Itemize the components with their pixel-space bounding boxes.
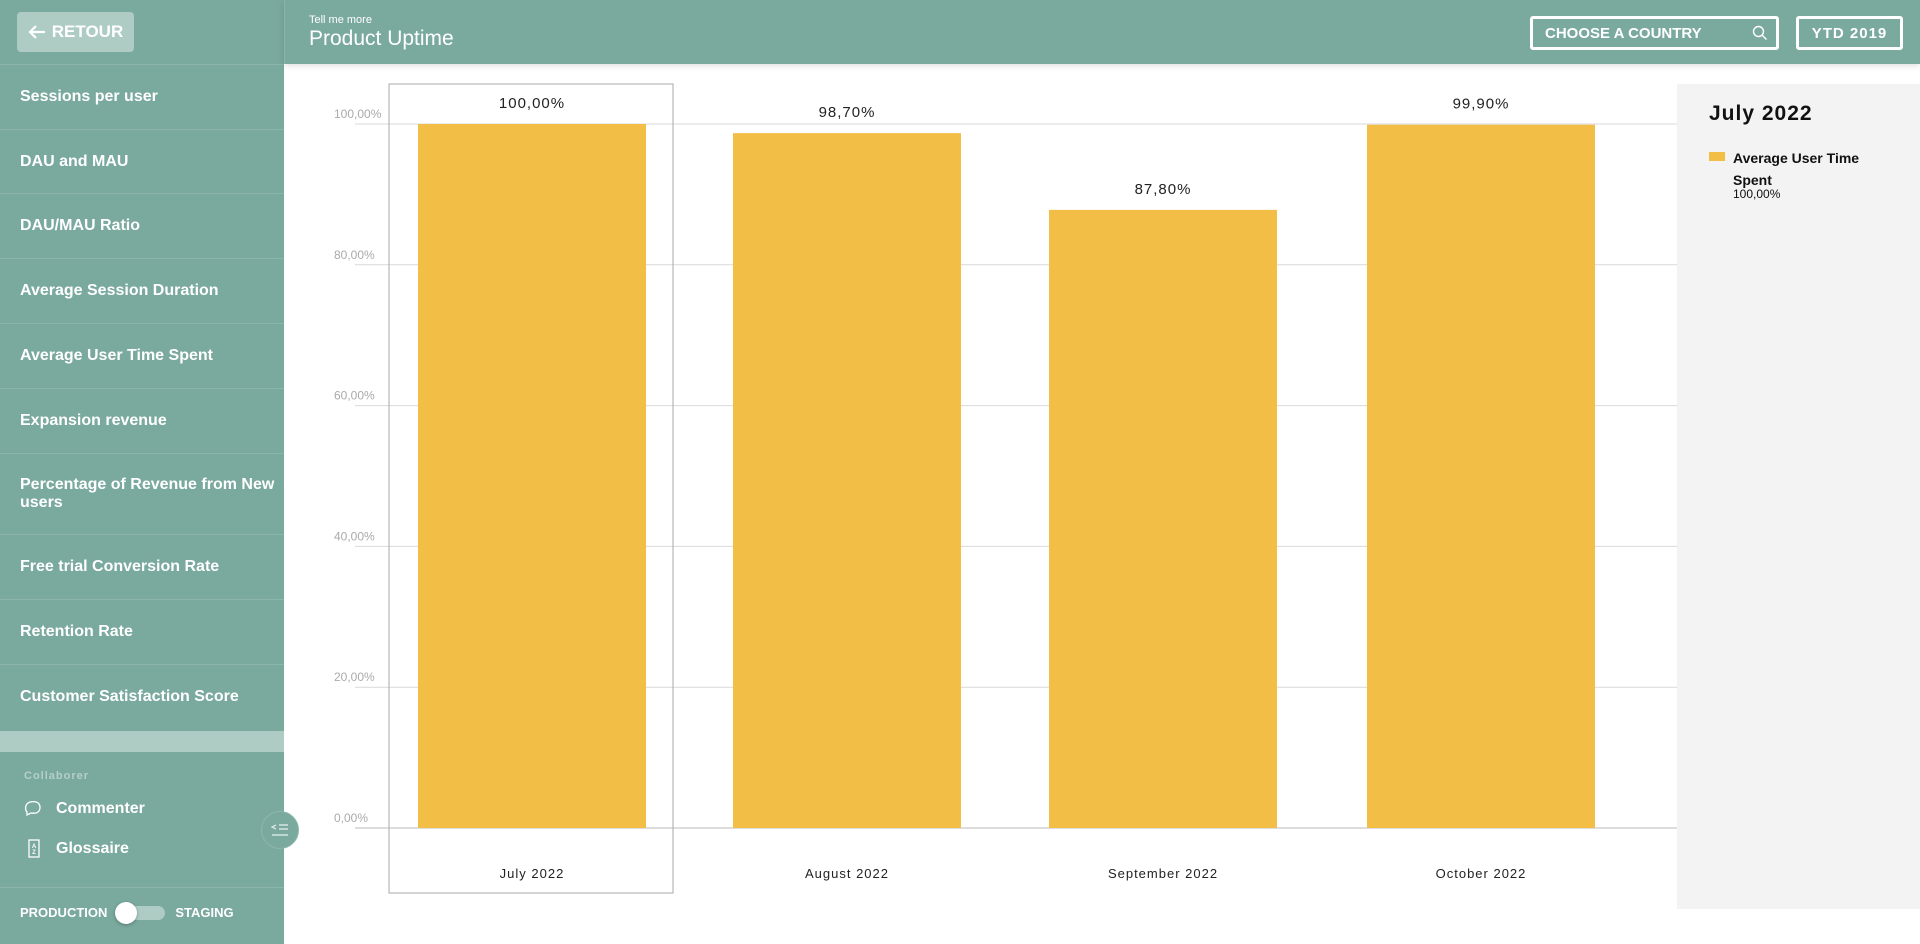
bar-value-label: 87,80% [1135,181,1192,198]
y-tick-label: 0,00% [334,811,368,825]
sidebar-item[interactable]: Average User Time Spent [0,324,284,388]
page-title: Product Uptime [309,27,454,50]
page-subtitle: Tell me more [309,14,372,26]
country-placeholder: CHOOSE A COUNTRY [1545,24,1702,42]
svg-text:Z: Z [32,850,36,856]
sidebar-highlight [0,731,284,752]
bar-chart: 0,00% 20,00% 40,00% 60,00% 80,00% 100,00% 100,… [334,83,1677,894]
bar-value-label: 100,00% [499,95,565,112]
period-selector[interactable]: YTD 2019 [1796,16,1903,50]
sidebar-item[interactable]: Sessions per user [0,65,284,129]
back-label: RETOUR [51,22,124,41]
sidebar-item[interactable]: Percentage of Revenue from New users [0,454,284,534]
divider [0,534,284,535]
legend-swatch [1709,152,1725,161]
back-button[interactable]: RETOUR [17,12,134,52]
glossary-label: Glossaire [56,840,129,857]
legend-series-name: Average User Time Spent [1733,150,1860,188]
comment-icon [24,800,41,817]
sidebar-item[interactable]: Average Session Duration [0,259,284,323]
collapse-sidebar-button[interactable] [261,811,299,849]
divider [0,129,284,130]
y-tick-label: 60,00% [334,389,375,403]
sidebar-item[interactable]: Customer Satisfaction Score [0,665,284,729]
bar[interactable] [1367,124,1595,829]
arrow-left-icon [28,25,45,39]
legend-title: July 2022 [1709,102,1813,125]
comment-button[interactable]: Commenter [24,800,145,818]
sidebar: RETOUR Sessions per user DAU and MAU DAU/M… [0,0,284,944]
sidebar-item[interactable]: Retention Rate [0,600,284,664]
bar-value-label: 98,70% [819,104,876,121]
legend-panel: July 2022 Average User Time Spent 100,00… [1677,84,1920,909]
legend-value: 100,00% [1733,187,1781,201]
glossary-icon: AZ [28,839,40,858]
glossary-button[interactable]: AZ Glossaire [24,839,129,859]
divider [0,64,284,65]
toggle-knob[interactable] [115,901,138,924]
y-tick-label: 80,00% [334,248,375,262]
search-icon [1752,25,1767,40]
bar[interactable] [418,124,646,828]
bar[interactable] [733,133,961,829]
sidebar-item[interactable]: DAU and MAU [0,130,284,193]
bar[interactable] [1049,209,1277,828]
sidebar-item[interactable]: DAU/MAU Ratio [0,194,284,258]
divider [0,664,284,665]
y-tick-label: 40,00% [334,529,375,543]
sidebar-item[interactable]: Free trial Conversion Rate [0,535,284,599]
divider [0,258,284,259]
divider [0,887,284,888]
x-tick-label: August 2022 [805,866,889,881]
comment-label: Commenter [56,800,145,817]
environment-toggle[interactable] [115,901,166,924]
divider [0,453,284,454]
divider [0,323,284,324]
bar-value-label: 99,90% [1453,96,1510,113]
x-tick-label: September 2022 [1108,866,1218,881]
divider [0,599,284,600]
header: Tell me more Product Uptime CHOOSE A COU… [284,0,1920,64]
y-tick-label: 20,00% [334,670,375,684]
y-tick-label: 100,00% [334,107,382,121]
env-staging-label: STAGING [175,905,234,920]
divider [0,193,284,194]
sidebar-item[interactable]: Expansion revenue [0,389,284,453]
x-tick-label: July 2022 [500,866,565,881]
country-search-input[interactable]: CHOOSE A COUNTRY [1530,16,1779,50]
x-tick-label: October 2022 [1436,866,1527,881]
collapse-menu-icon [271,824,288,836]
divider [0,388,284,389]
env-production-label: PRODUCTION [20,905,108,920]
collaborate-heading: Collaborer [24,770,90,782]
